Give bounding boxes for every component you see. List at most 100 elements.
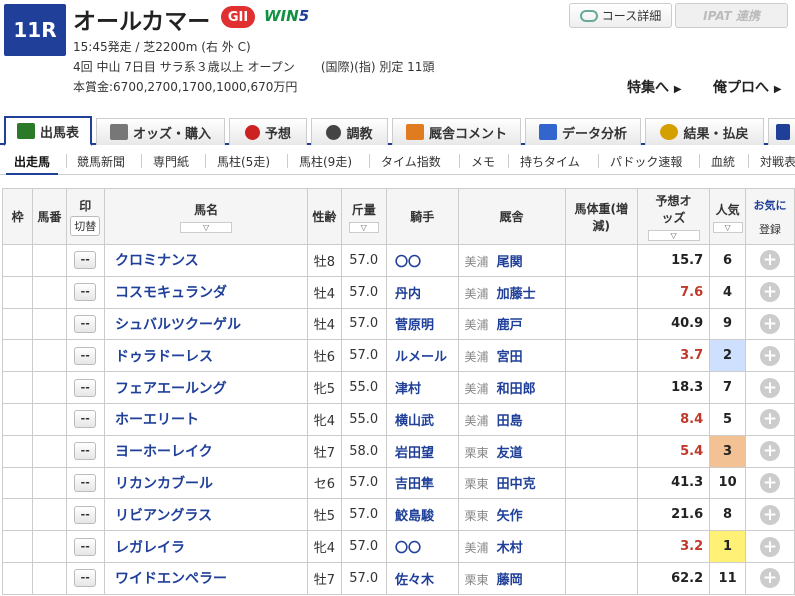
mark-cell: --	[65, 498, 105, 532]
mark-button[interactable]: --	[74, 378, 97, 397]
trainer-region: 美浦	[464, 318, 489, 333]
horse-name[interactable]: クロミナンス	[103, 244, 309, 277]
sort-popularity-button[interactable]: ▽	[712, 221, 743, 233]
trainer-name[interactable]: 矢作	[497, 509, 523, 524]
mark-button[interactable]: --	[74, 505, 97, 524]
plus-icon[interactable]: +	[759, 504, 780, 525]
sort-weight-button[interactable]: ▽	[348, 221, 379, 233]
trainer-name[interactable]: 和田郎	[497, 382, 536, 397]
trainer-name[interactable]: 木村	[497, 541, 523, 556]
horse-name[interactable]: レガレイラ	[103, 530, 309, 563]
subnav-pedigree[interactable]: 血統	[711, 153, 735, 170]
horse-name[interactable]: リカンカブール	[103, 466, 309, 500]
table-row: -- クロミナンス 牡8 57.0 〇〇 美浦 尾関 15.7 6 +	[1, 244, 795, 277]
tab-data-analysis[interactable]: データ分析	[525, 118, 641, 145]
jockey-name[interactable]: 〇〇	[385, 244, 459, 277]
plus-icon[interactable]: +	[759, 568, 780, 589]
mark-button[interactable]: --	[74, 473, 97, 492]
mark-button[interactable]: --	[74, 346, 97, 365]
trainer-name[interactable]: 友道	[497, 446, 523, 461]
sex-age: 牡7	[307, 561, 342, 595]
course-detail-button[interactable]: コース詳細	[569, 3, 672, 28]
body-weight-cell	[564, 339, 638, 373]
tab-entries[interactable]: 出馬表	[4, 116, 92, 146]
jockey-name[interactable]: 菅原明	[385, 307, 459, 341]
mark-button[interactable]: --	[74, 314, 97, 333]
tab-prediction[interactable]: 予想	[229, 118, 307, 145]
trainer-name[interactable]: 田島	[497, 414, 523, 429]
favorite-cell: +	[744, 434, 795, 468]
sort-name-button[interactable]: ▽	[180, 221, 233, 233]
trainer-name[interactable]: 鹿戸	[497, 318, 523, 333]
subnav-best-time[interactable]: 持ちタイム	[520, 153, 580, 170]
mark-switch-button[interactable]: 切替	[70, 216, 101, 236]
subnav-paddock[interactable]: パドック速報	[610, 153, 682, 170]
tab-odds[interactable]: オッズ・購入	[96, 118, 225, 145]
subnav-time-index[interactable]: タイム指数	[381, 153, 441, 170]
jockey-name[interactable]: 吉田隼	[385, 466, 459, 500]
plus-icon[interactable]: +	[759, 536, 780, 557]
plus-icon[interactable]: +	[759, 377, 780, 398]
subnav-newspaper[interactable]: 競馬新聞	[77, 153, 125, 170]
sort-odds-button[interactable]: ▽	[647, 230, 700, 241]
horse-name[interactable]: シュバルツクーゲル	[103, 307, 309, 341]
horse-name[interactable]: フェアエールング	[103, 371, 309, 404]
plus-icon[interactable]: +	[759, 313, 780, 334]
race-number: 11R	[4, 4, 66, 56]
plus-icon[interactable]: +	[759, 441, 780, 462]
jockey-name[interactable]: 佐々木	[385, 561, 459, 595]
video-icon	[776, 124, 790, 140]
jockey-name[interactable]: 津村	[385, 371, 459, 404]
horse-name[interactable]: コスモキュランダ	[103, 275, 309, 309]
trainer-name[interactable]: 尾関	[497, 255, 523, 270]
subnav-past9[interactable]: 馬柱(9走)	[299, 153, 352, 170]
trainer-name[interactable]: 藤岡	[497, 573, 523, 588]
carried-weight: 57.0	[340, 244, 387, 277]
body-weight-cell	[564, 530, 638, 563]
ipat-link-button[interactable]: IPAT 連携	[675, 3, 788, 28]
horse-number-cell	[32, 561, 67, 595]
plus-icon[interactable]: +	[759, 345, 780, 366]
plus-icon[interactable]: +	[759, 409, 780, 430]
horse-name[interactable]: ホーエリート	[103, 402, 309, 436]
tab-results-label: 結果・払戻	[683, 126, 749, 142]
subnav-matchup[interactable]: 対戦表	[760, 153, 795, 170]
horse-name[interactable]: ワイドエンペラー	[103, 561, 309, 595]
jockey-name[interactable]: 鮫島駿	[385, 498, 459, 532]
horse-name[interactable]: ドゥラドーレス	[103, 339, 309, 373]
waku-cell	[1, 371, 34, 404]
mark-button[interactable]: --	[74, 410, 97, 429]
tab-training[interactable]: 調教	[311, 118, 388, 145]
jockey-name[interactable]: ルメール	[385, 339, 459, 373]
mark-button[interactable]: --	[74, 569, 97, 588]
subnav-entries[interactable]: 出走馬	[14, 153, 50, 170]
special-link[interactable]: 特集へ ▶	[627, 77, 682, 97]
plus-icon[interactable]: +	[759, 250, 780, 271]
plus-icon[interactable]: +	[759, 472, 780, 493]
plus-icon[interactable]: +	[759, 282, 780, 303]
subnav-past5[interactable]: 馬柱(5走)	[217, 153, 270, 170]
tab-more[interactable]	[768, 118, 795, 145]
jockey-name[interactable]: 岩田望	[385, 434, 459, 468]
subnav-specialist[interactable]: 専門紙	[153, 153, 189, 170]
horse-number-cell	[32, 244, 67, 277]
mark-cell: --	[65, 402, 105, 436]
mark-button[interactable]: --	[74, 537, 97, 556]
trainer-name[interactable]: 加藤士	[497, 287, 536, 302]
subnav-memo[interactable]: メモ	[471, 153, 495, 170]
horse-name[interactable]: リビアングラス	[103, 498, 309, 532]
mark-button[interactable]: --	[74, 283, 97, 302]
tab-results[interactable]: 結果・払戻	[645, 118, 764, 145]
jockey-name[interactable]: 横山武	[385, 402, 459, 436]
trainer-name[interactable]: 田中克	[497, 477, 536, 492]
mark-cell: --	[65, 466, 105, 500]
mark-button[interactable]: --	[74, 442, 97, 461]
horse-name[interactable]: ヨーホーレイク	[103, 434, 309, 468]
tab-stable-comment[interactable]: 厩舎コメント	[392, 118, 521, 145]
mark-button[interactable]: --	[74, 251, 97, 270]
favorite-cell: +	[744, 307, 795, 341]
jockey-name[interactable]: 〇〇	[385, 530, 459, 563]
pro-link[interactable]: 俺プロへ ▶	[713, 77, 782, 97]
jockey-name[interactable]: 丹内	[385, 275, 459, 309]
trainer-name[interactable]: 宮田	[497, 350, 523, 365]
